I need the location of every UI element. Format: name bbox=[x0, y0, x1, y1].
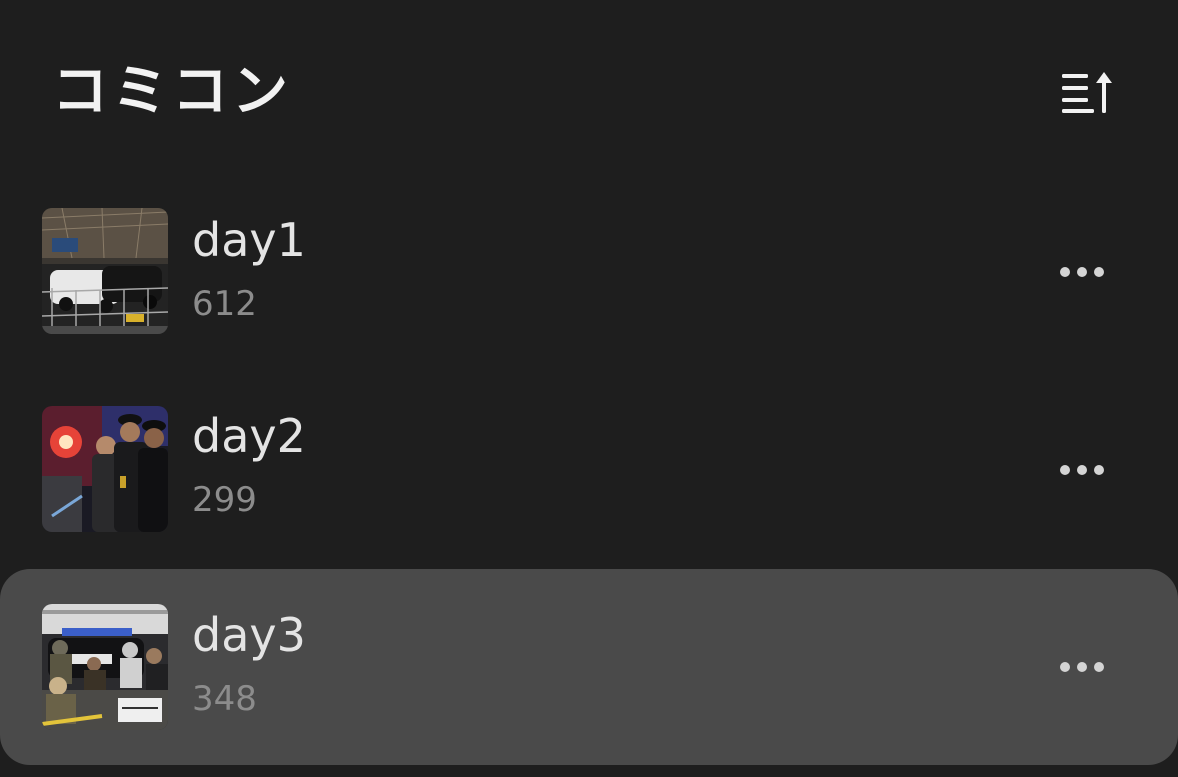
album-row-day1[interactable]: day1 612 bbox=[0, 178, 1178, 374]
album-count: 299 bbox=[192, 480, 257, 520]
album-name: day3 bbox=[192, 608, 306, 662]
police-scene-photo bbox=[42, 604, 168, 730]
more-icon bbox=[1060, 465, 1070, 475]
app-header: コミコン bbox=[0, 0, 1178, 180]
sort-button[interactable] bbox=[1056, 66, 1120, 118]
album-thumbnail bbox=[42, 604, 168, 730]
sort-ascending-icon bbox=[1062, 72, 1112, 113]
more-icon bbox=[1060, 662, 1070, 672]
page-title: コミコン bbox=[52, 59, 292, 124]
more-icon bbox=[1060, 267, 1070, 277]
album-name: day1 bbox=[192, 213, 306, 267]
more-options-button[interactable] bbox=[1056, 252, 1108, 292]
album-row-day3[interactable]: day3 348 bbox=[0, 569, 1178, 765]
police-car-convention-photo bbox=[42, 208, 168, 334]
album-row-day2[interactable]: day2 299 bbox=[0, 374, 1178, 570]
album-count: 612 bbox=[192, 284, 257, 324]
album-name: day2 bbox=[192, 409, 306, 463]
album-count: 348 bbox=[192, 679, 257, 719]
album-thumbnail bbox=[42, 208, 168, 334]
more-options-button[interactable] bbox=[1056, 450, 1108, 490]
album-thumbnail bbox=[42, 406, 168, 532]
police-officers-photo bbox=[42, 406, 168, 532]
more-options-button[interactable] bbox=[1056, 647, 1108, 687]
